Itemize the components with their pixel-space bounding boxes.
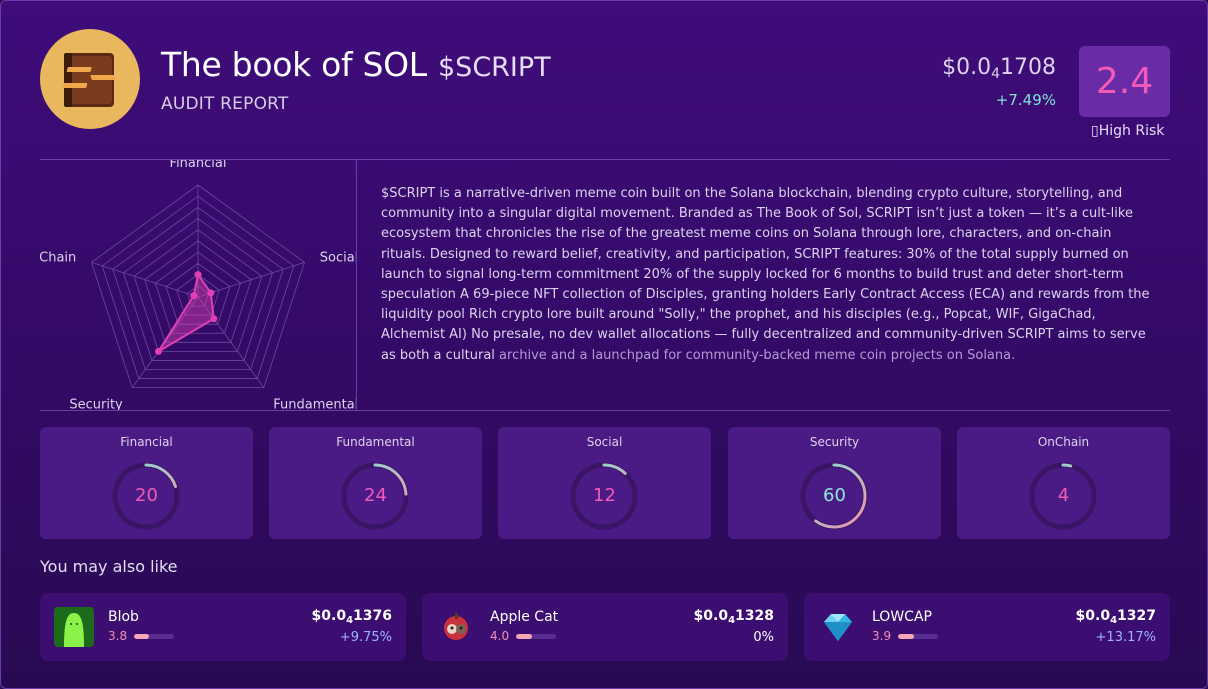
page-subtitle: AUDIT REPORT — [161, 94, 289, 114]
token-title: The book of SOL — [161, 45, 427, 84]
score-card-value: 12 — [593, 485, 616, 506]
token-logo — [40, 29, 140, 129]
coin-price: $0.041327 — [1075, 608, 1156, 626]
apple-cat-icon — [436, 607, 476, 647]
related-coin-card[interactable]: Blob 3.8 $0.041376 +9.75% — [40, 593, 406, 661]
coin-change: 0% — [753, 630, 774, 645]
score-card-label: Security — [809, 435, 860, 449]
title-row: The book of SOL $SCRIPT — [161, 45, 551, 84]
radar-point-social — [207, 289, 215, 297]
coin-score-bar-fill — [898, 634, 914, 639]
radar-label-onchain: OnChain — [40, 250, 76, 265]
radar-spoke — [91, 262, 199, 298]
score-card-onchain: OnChain 4 — [957, 427, 1170, 539]
overall-score: 2.4 — [1079, 46, 1170, 117]
radar-point-fundamental — [210, 315, 218, 323]
book-icon — [62, 53, 116, 107]
token-ticker: $SCRIPT — [438, 52, 551, 83]
price-zero-count: 4 — [991, 66, 1000, 82]
score-card-label: Social — [586, 435, 623, 449]
related-coin-card[interactable]: Apple Cat 4.0 $0.041328 0% — [422, 593, 788, 661]
coin-change: +13.17% — [1095, 630, 1156, 645]
coin-score-bar-fill — [134, 634, 150, 639]
risk-text: High Risk — [1098, 123, 1165, 139]
blob-icon — [54, 607, 94, 647]
description-text: $SCRIPT is a narrative-driven meme coin … — [381, 186, 1150, 363]
divider — [40, 410, 1170, 411]
coin-change: +9.75% — [339, 630, 392, 645]
coin-score: 3.8 — [108, 629, 128, 643]
risk-label: ▯High Risk — [1091, 123, 1164, 139]
coin-score: 4.0 — [490, 629, 510, 643]
score-card-label: Financial — [120, 435, 173, 449]
token-price: $0.041708 — [942, 55, 1056, 82]
coin-name: LOWCAP — [872, 609, 932, 625]
coin-score-bar-fill — [516, 634, 532, 639]
score-card-fundamental: Fundamental 24 — [269, 427, 482, 539]
diamond-icon — [818, 607, 858, 647]
score-card-label: OnChain — [1037, 435, 1090, 449]
radar-label-security: Security — [69, 398, 123, 410]
radar-label-financial: Financial — [170, 160, 227, 171]
price-prefix: $0.0 — [942, 55, 992, 80]
related-heading: You may also like — [40, 557, 178, 576]
description-fade: archive and a launchpad for community-ba… — [499, 347, 1016, 363]
coin-name: Apple Cat — [490, 609, 559, 625]
coin-name: Blob — [108, 609, 139, 625]
price-digits: 1708 — [1000, 55, 1056, 80]
radar-point-onchain — [190, 292, 198, 300]
score-card-value: 4 — [1057, 485, 1070, 506]
related-coin-card[interactable]: LOWCAP 3.9 $0.041327 +13.17% — [804, 593, 1170, 661]
coin-score-bar — [134, 634, 174, 639]
radar-point-security — [155, 347, 163, 355]
score-card-security: Security 60 — [728, 427, 941, 539]
score-card-label: Fundamental — [336, 435, 415, 449]
score-card-value: 20 — [135, 485, 158, 506]
coin-score-bar — [898, 634, 938, 639]
audit-report-panel: The book of SOL $SCRIPT AUDIT REPORT $0.… — [0, 0, 1208, 689]
coin-score-bar — [516, 634, 556, 639]
radar-label-fundamental: Fundamental — [273, 398, 356, 410]
score-card-social: Social 12 — [498, 427, 711, 539]
coin-price: $0.041376 — [311, 608, 392, 626]
score-card-value: 24 — [364, 485, 387, 506]
divider — [356, 160, 357, 410]
coin-price: $0.041328 — [693, 608, 774, 626]
radar-point-financial — [194, 271, 202, 279]
score-card-value: 60 — [823, 485, 846, 506]
radar-label-social: Social — [320, 250, 356, 265]
score-card-financial: Financial 20 — [40, 427, 253, 539]
price-change: +7.49% — [995, 91, 1056, 109]
coin-score: 3.9 — [872, 629, 892, 643]
risk-icon: ▯ — [1091, 123, 1099, 139]
token-description: $SCRIPT is a narrative-driven meme coin … — [381, 184, 1156, 366]
radar-chart: Financial Social Fundamental Security OnChai… — [40, 160, 356, 410]
